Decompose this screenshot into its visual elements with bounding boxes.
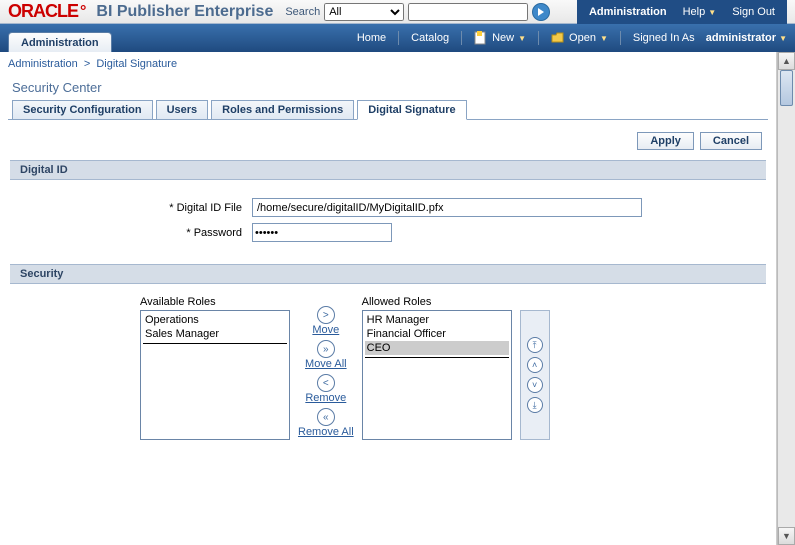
digital-id-file-label: * Digital ID File [12, 202, 242, 214]
tab-administration[interactable]: Administration [8, 32, 112, 52]
chevron-down-icon: ▼ [708, 8, 716, 17]
move-up-button[interactable]: ˄ [527, 357, 543, 373]
vertical-scrollbar[interactable]: ▲ ▼ [777, 52, 795, 545]
password-input[interactable] [252, 223, 392, 242]
signed-in-as: Signed In As administrator ▼ [633, 32, 787, 44]
tab-security-configuration[interactable]: Security Configuration [12, 100, 153, 120]
move-top-button[interactable]: ⤒ [527, 337, 543, 353]
search-input[interactable] [408, 3, 528, 21]
separator [538, 31, 539, 45]
list-divider [143, 343, 287, 344]
search-go-button[interactable] [532, 3, 550, 21]
chevron-down-icon: ▼ [518, 34, 526, 43]
search-category-select[interactable]: All [324, 3, 404, 21]
list-item[interactable]: Sales Manager [143, 327, 287, 341]
remove-button[interactable]: < [317, 374, 335, 392]
signed-in-user[interactable]: administrator ▼ [706, 32, 787, 44]
move-bottom-button[interactable]: ⤓ [527, 397, 543, 413]
breadcrumb-current: Digital Signature [96, 58, 177, 70]
chevron-down-icon: ▼ [779, 34, 787, 43]
chevron-down-icon: ▼ [600, 34, 608, 43]
password-label: * Password [12, 227, 242, 239]
cancel-button[interactable]: Cancel [700, 132, 762, 150]
menu-home[interactable]: Home [357, 32, 386, 44]
tab-digital-signature[interactable]: Digital Signature [357, 100, 466, 120]
product-title: BI Publisher Enterprise [96, 3, 273, 21]
tab-roles-permissions[interactable]: Roles and Permissions [211, 100, 354, 120]
digital-id-file-input[interactable] [252, 198, 642, 217]
nav-signout[interactable]: Sign Out [724, 3, 783, 21]
separator [398, 31, 399, 45]
menu-new[interactable]: New ▼ [474, 31, 526, 45]
list-item[interactable]: HR Manager [365, 313, 509, 327]
separator [461, 31, 462, 45]
scrollbar-thumb[interactable] [780, 70, 793, 106]
menu-open[interactable]: Open ▼ [551, 32, 608, 44]
list-item[interactable]: Operations [143, 313, 287, 327]
section-digital-id: Digital ID [10, 160, 766, 180]
apply-button[interactable]: Apply [637, 132, 694, 150]
allowed-roles-label: Allowed Roles [362, 296, 512, 308]
allowed-roles-list[interactable]: HR Manager Financial Officer CEO [362, 310, 512, 440]
list-item[interactable]: Financial Officer [365, 327, 509, 341]
nav-administration[interactable]: Administration [581, 3, 675, 21]
list-item-selected[interactable]: CEO [365, 341, 509, 355]
reorder-panel: ⤒ ˄ ˅ ⤓ [520, 310, 550, 440]
search-label: Search [285, 6, 320, 18]
oracle-logo: ORACLE [8, 1, 78, 22]
available-roles-label: Available Roles [140, 296, 290, 308]
oracle-dot: ° [80, 3, 86, 21]
nav-help[interactable]: Help ▼ [675, 3, 725, 21]
menu-catalog[interactable]: Catalog [411, 32, 449, 44]
scroll-up-button[interactable]: ▲ [778, 52, 795, 70]
move-all-button[interactable]: » [317, 340, 335, 358]
move-down-button[interactable]: ˅ [527, 377, 543, 393]
folder-open-icon [551, 32, 565, 44]
list-divider [365, 357, 509, 358]
remove-link[interactable]: Remove [305, 392, 346, 404]
remove-all-button[interactable]: « [317, 408, 335, 426]
tab-users[interactable]: Users [156, 100, 209, 120]
remove-all-link[interactable]: Remove All [298, 426, 354, 438]
scroll-down-button[interactable]: ▼ [778, 527, 795, 545]
separator [620, 31, 621, 45]
page-title: Security Center [0, 76, 776, 99]
move-button[interactable]: > [317, 306, 335, 324]
move-all-link[interactable]: Move All [305, 358, 347, 370]
available-roles-list[interactable]: Operations Sales Manager [140, 310, 290, 440]
section-security: Security [10, 264, 766, 284]
breadcrumb-root[interactable]: Administration [8, 58, 78, 70]
new-icon [474, 31, 488, 45]
move-link[interactable]: Move [312, 324, 339, 336]
